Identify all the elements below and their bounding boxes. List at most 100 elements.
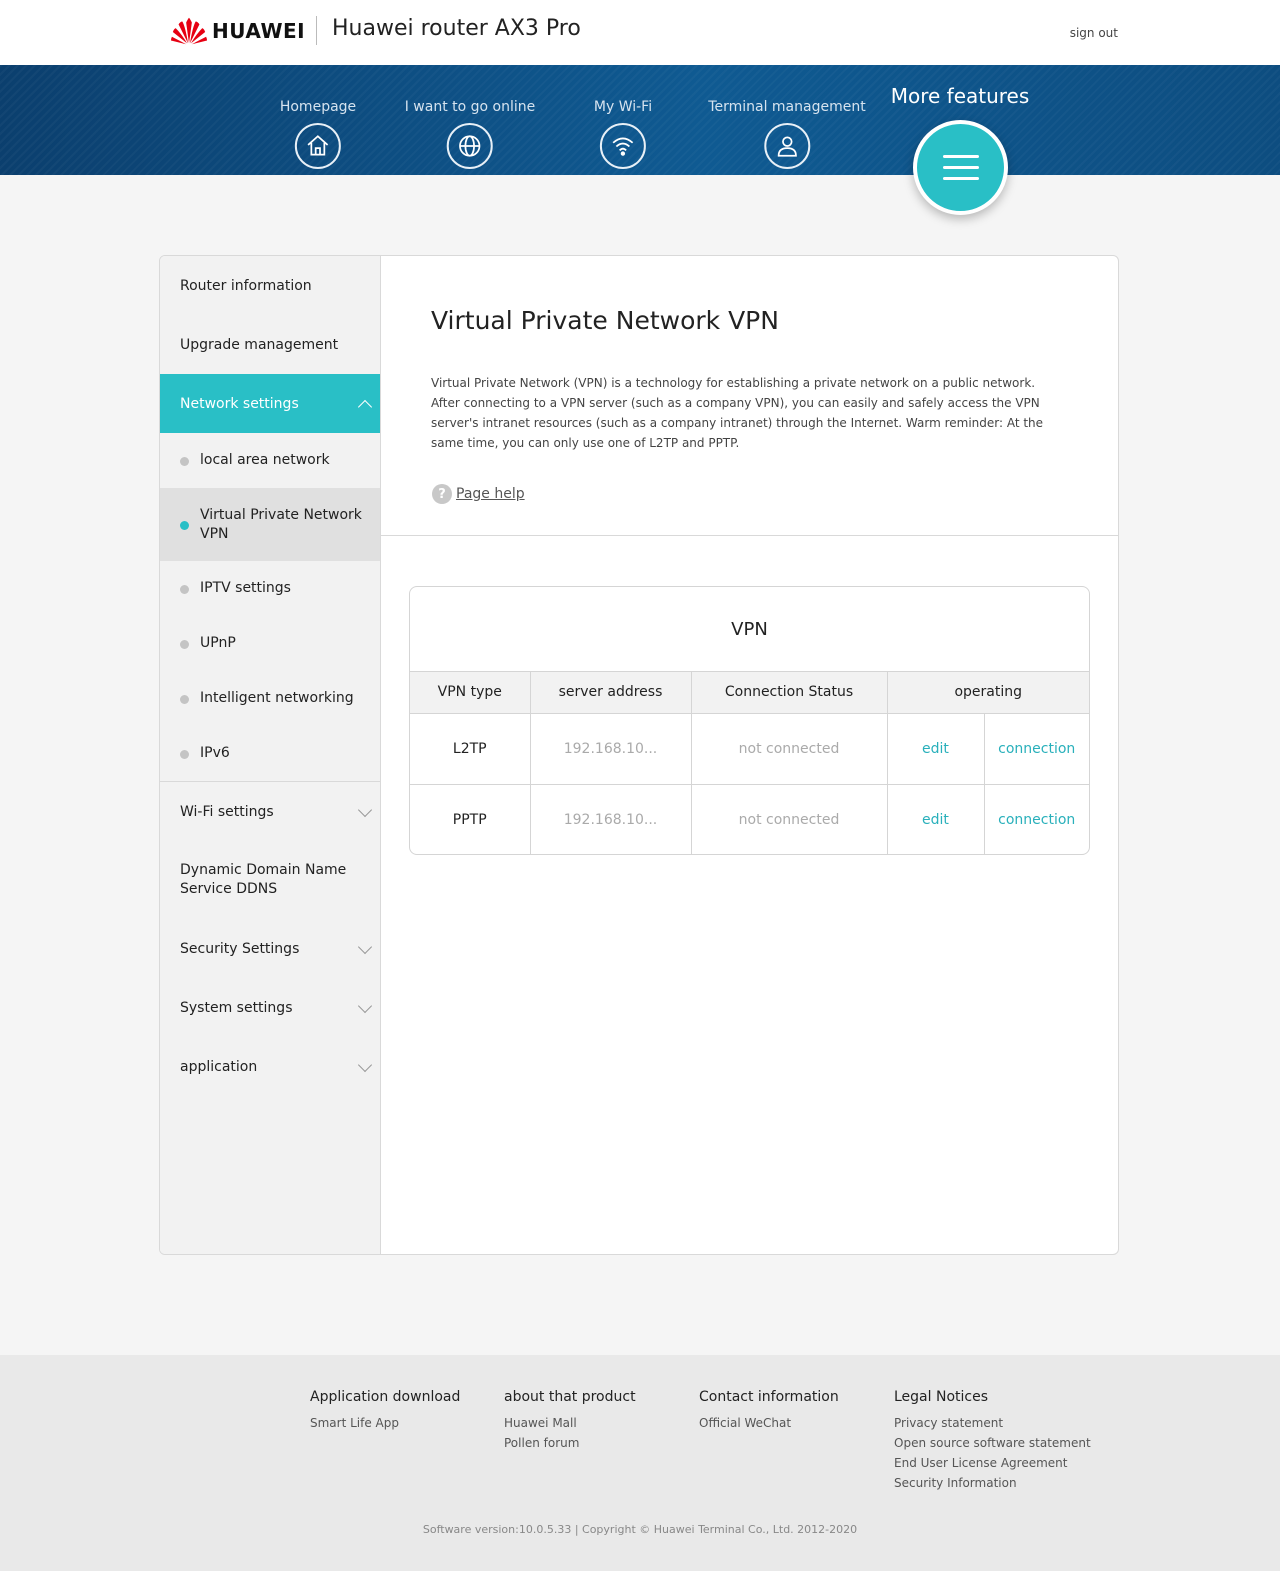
vpn-type-cell: L2TP: [410, 713, 531, 785]
sidebar: Router information Upgrade management Ne…: [160, 256, 381, 1254]
logo-divider: [316, 16, 317, 45]
sidebar-subitem-label: IPTV settings: [200, 580, 291, 596]
table-row: PPTP 192.168.10... not connected edit co…: [410, 784, 1089, 854]
page-help-label: Page help: [456, 486, 525, 502]
page-description: Virtual Private Network (VPN) is a techn…: [431, 376, 1044, 450]
footer-column-legal: Legal Notices Privacy statement Open sou…: [894, 1389, 1091, 1493]
sidebar-item-application[interactable]: application: [160, 1037, 380, 1096]
footer-link[interactable]: Pollen forum: [504, 1433, 636, 1453]
sidebar-item-label: Upgrade management: [180, 336, 339, 353]
brand-name: HUAWEI: [212, 19, 306, 43]
sidebar-item-system-settings[interactable]: System settings: [160, 978, 380, 1037]
huawei-flower-icon: [170, 17, 208, 45]
page-help-link[interactable]: ? Page help: [432, 484, 525, 504]
sidebar-item-ddns[interactable]: Dynamic Domain Name Service DDNS: [160, 841, 380, 919]
vpn-card: VPN VPN type server address Connection S…: [409, 586, 1090, 855]
footer-link[interactable]: End User License Agreement: [894, 1453, 1091, 1473]
edit-link[interactable]: edit: [887, 784, 985, 854]
footer-column-title: Contact information: [699, 1389, 839, 1405]
copyright-text: Software version:10.0.5.33 | Copyright ©…: [422, 1523, 858, 1536]
chevron-down-icon: [357, 998, 373, 1013]
nav-terminal-management[interactable]: Terminal management: [708, 99, 866, 169]
sidebar-item-label: System settings: [180, 999, 293, 1016]
column-header-vpn-type: VPN type: [410, 672, 531, 714]
sidebar-subitem-lan[interactable]: local area network: [160, 433, 380, 488]
globe-icon: [446, 123, 493, 169]
footer-link[interactable]: Privacy statement: [894, 1413, 1091, 1433]
settings-panel: Router information Upgrade management Ne…: [159, 255, 1119, 1255]
footer-column-title: about that product: [504, 1389, 636, 1405]
sidebar-subitem-label: UPnP: [200, 635, 236, 651]
more-features-button[interactable]: [913, 120, 1008, 215]
content-divider: [381, 535, 1118, 536]
server-address-cell: 192.168.10...: [530, 713, 692, 785]
menu-icon: [942, 166, 979, 169]
sidebar-item-label: application: [180, 1058, 258, 1075]
sign-out-link[interactable]: sign out: [1070, 26, 1118, 40]
edit-link[interactable]: edit: [887, 713, 985, 785]
home-icon: [295, 123, 341, 169]
footer-link[interactable]: Open source software statement: [894, 1433, 1091, 1453]
footer-column-title: Application download: [310, 1389, 461, 1405]
sidebar-item-label: Dynamic Domain Name Service DDNS: [180, 862, 347, 897]
footer-link[interactable]: Smart Life App: [310, 1413, 460, 1433]
column-header-connection-status: Connection Status: [691, 672, 888, 714]
sidebar-subitem-label: Virtual Private Network VPN: [200, 506, 362, 542]
footer-link[interactable]: Official WeChat: [699, 1413, 839, 1433]
help-icon: ?: [432, 484, 452, 504]
footer: Application download Smart Life App abou…: [0, 1355, 1280, 1571]
footer-column-app-download: Application download Smart Life App: [310, 1389, 460, 1433]
top-bar: HUAWEI Huawei router AX3 Pro sign out: [0, 0, 1280, 65]
main-nav: Homepage I want to go online My Wi-Fi Te…: [0, 65, 1280, 175]
menu-icon: [942, 155, 979, 158]
wifi-icon: [600, 123, 646, 169]
server-address-cell: 192.168.10...: [530, 784, 692, 854]
footer-column-title: Legal Notices: [894, 1389, 988, 1405]
sidebar-item-router-information[interactable]: Router information: [160, 256, 380, 315]
sidebar-item-label: Security Settings: [180, 940, 300, 957]
sidebar-subitem-upnp[interactable]: UPnP: [160, 616, 380, 671]
sidebar-item-upgrade-management[interactable]: Upgrade management: [160, 315, 380, 374]
nav-my-wifi[interactable]: My Wi-Fi: [594, 99, 652, 169]
sidebar-item-label: Wi-Fi settings: [180, 803, 274, 820]
nav-terminal-management-label: Terminal management: [708, 99, 866, 115]
table-row: L2TP 192.168.10... not connected edit co…: [410, 713, 1089, 785]
nav-homepage-label: Homepage: [279, 99, 357, 115]
chevron-down-icon: [357, 939, 373, 954]
sidebar-item-network-settings[interactable]: Network settings: [160, 374, 380, 433]
vpn-card-title: VPN: [410, 587, 1089, 672]
sidebar-item-label: Router information: [180, 277, 312, 294]
column-header-server-address: server address: [530, 672, 692, 714]
sidebar-subitem-label: Intelligent networking: [200, 690, 354, 706]
footer-column-about-product: about that product Huawei Mall Pollen fo…: [504, 1389, 636, 1453]
sidebar-subitem-ipv6[interactable]: IPv6: [160, 726, 380, 781]
table-header-row: VPN type server address Connection Statu…: [410, 672, 1089, 714]
sidebar-subitem-iptv[interactable]: IPTV settings: [160, 561, 380, 616]
vpn-table: VPN type server address Connection Statu…: [410, 672, 1089, 854]
huawei-logo[interactable]: HUAWEI: [170, 16, 305, 46]
menu-icon: [942, 177, 979, 180]
sidebar-item-label: Network settings: [180, 395, 299, 412]
connection-link[interactable]: connection: [984, 784, 1089, 854]
sidebar-subitem-label: IPv6: [200, 745, 230, 761]
user-icon: [764, 123, 810, 169]
sidebar-subitem-intelligent-networking[interactable]: Intelligent networking: [160, 671, 380, 726]
footer-link[interactable]: Security Information: [894, 1473, 1091, 1493]
nav-go-online-label: I want to go online: [404, 99, 536, 115]
more-features-label: More features: [890, 84, 1030, 108]
connection-status-cell: not connected: [691, 713, 888, 785]
content-area: Virtual Private Network VPN Virtual Priv…: [381, 256, 1118, 1254]
nav-my-wifi-label: My Wi-Fi: [593, 99, 653, 115]
sidebar-subitem-vpn[interactable]: Virtual Private Network VPN: [160, 488, 380, 561]
footer-link[interactable]: Huawei Mall: [504, 1413, 636, 1433]
page-title: Virtual Private Network VPN: [431, 306, 779, 335]
sidebar-subitem-label: local area network: [200, 452, 330, 468]
nav-go-online[interactable]: I want to go online: [404, 99, 536, 169]
product-title: Huawei router AX3 Pro: [332, 16, 581, 41]
vpn-type-cell: PPTP: [410, 784, 531, 854]
sidebar-item-security-settings[interactable]: Security Settings: [160, 919, 380, 978]
sidebar-item-wifi-settings[interactable]: Wi-Fi settings: [160, 782, 380, 841]
nav-homepage[interactable]: Homepage: [280, 99, 356, 169]
chevron-down-icon: [357, 802, 373, 817]
connection-link[interactable]: connection: [984, 713, 1089, 785]
